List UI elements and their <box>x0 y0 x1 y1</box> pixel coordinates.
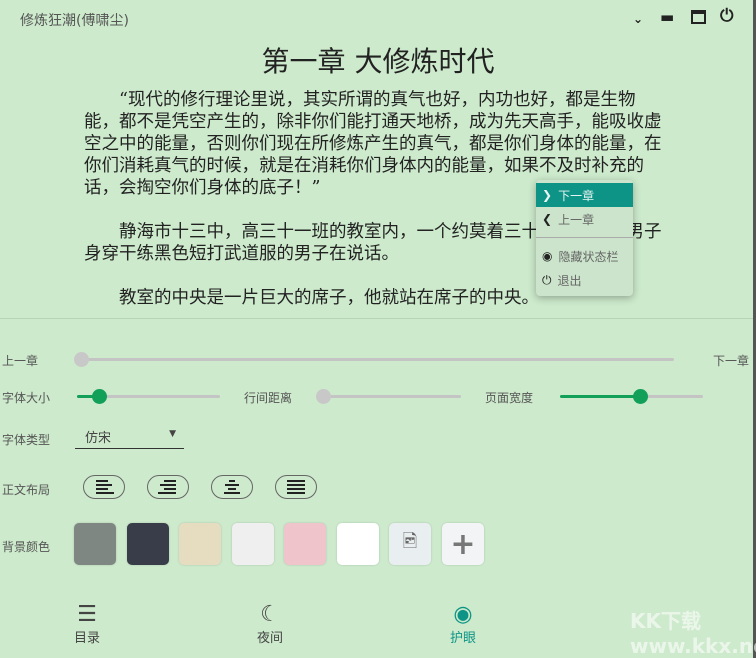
nav-label: 目录 <box>74 631 101 646</box>
minimize-button[interactable]: ▬ <box>660 8 674 26</box>
menu-label: 上一章 <box>558 212 595 227</box>
window-title: 修炼狂潮(傅啸尘) <box>20 13 129 29</box>
divider <box>0 318 753 319</box>
align-left-button[interactable] <box>83 475 125 499</box>
layout-label: 正文布局 <box>2 483 51 497</box>
font-size-slider-knob[interactable] <box>92 389 107 404</box>
bg-color-swatch[interactable] <box>179 523 221 565</box>
next-chapter-label[interactable]: 下一章 <box>713 352 749 369</box>
chevron-right-icon: ❯ <box>542 188 553 202</box>
bg-color-swatch[interactable] <box>126 523 169 565</box>
bg-color-swatch[interactable] <box>74 523 116 565</box>
eye-icon: ◉ <box>453 602 473 627</box>
plus-icon: + <box>450 526 476 562</box>
caret-down-icon: ▼ <box>169 429 176 439</box>
image-file-icon: 🖻 <box>402 531 418 552</box>
nav-toc[interactable]: ☰ 目录 <box>74 602 101 647</box>
menu-exit[interactable]: ⏻ 退出 <box>536 268 633 292</box>
page-width-label: 页面宽度 <box>485 391 534 405</box>
menu-divider <box>536 237 633 238</box>
chevron-left-icon: ❮ <box>542 212 553 226</box>
bg-color-swatch[interactable] <box>231 523 274 565</box>
nav-label: 夜间 <box>257 631 284 646</box>
align-center-button[interactable] <box>211 475 253 499</box>
line-spacing-slider[interactable] <box>316 389 461 404</box>
prev-chapter-label[interactable]: 上一章 <box>2 352 38 369</box>
power-icon: ⏻ <box>542 272 552 287</box>
chapter-title: 第一章 大修炼时代 <box>261 45 495 78</box>
bg-color-swatch[interactable] <box>284 523 326 565</box>
power-button[interactable]: ⏻ <box>720 6 733 26</box>
menu-next-chapter[interactable]: ❯ 下一章 <box>536 183 633 207</box>
line-spacing-label: 行间距离 <box>244 391 293 405</box>
line-spacing-slider-knob[interactable] <box>316 389 331 404</box>
bg-color-swatch[interactable] <box>336 523 379 565</box>
align-right-button[interactable] <box>147 475 189 499</box>
menu-label: 退出 <box>557 273 582 288</box>
nav-label: 护眼 <box>450 631 477 646</box>
moon-icon: ☾ <box>260 602 280 627</box>
page-width-slider[interactable] <box>560 389 703 404</box>
eye-off-icon: ◉ <box>542 249 553 263</box>
menu-prev-chapter[interactable]: ❮ 上一章 <box>536 207 633 231</box>
maximize-button[interactable] <box>691 10 706 24</box>
bg-image-button[interactable]: 🖻 <box>389 523 431 565</box>
font-type-value: 仿宋 <box>85 431 112 446</box>
font-type-select[interactable]: 仿宋 ▼ <box>75 427 184 449</box>
watermark: KK下载 www.kkx.net <box>630 609 756 658</box>
nav-night[interactable]: ☾ 夜间 <box>257 602 284 647</box>
page-width-slider-knob[interactable] <box>633 389 648 404</box>
menu-hide-statusbar[interactable]: ◉ 隐藏状态栏 <box>536 244 633 268</box>
add-bg-button[interactable]: + <box>442 523 484 565</box>
menu-icon: ☰ <box>77 602 97 627</box>
align-justify-button[interactable] <box>275 475 317 499</box>
menu-label: 隐藏状态栏 <box>558 249 619 264</box>
font-type-label: 字体类型 <box>2 433 51 447</box>
chapter-slider[interactable] <box>74 352 674 367</box>
chevron-down-icon[interactable]: ⌄ <box>633 12 643 26</box>
font-size-label: 字体大小 <box>2 391 51 405</box>
chapter-slider-knob[interactable] <box>74 352 89 367</box>
nav-eye-care[interactable]: ◉ 护眼 <box>450 602 477 647</box>
font-size-slider[interactable] <box>77 389 220 404</box>
menu-label: 下一章 <box>558 188 595 203</box>
context-menu: ❯ 下一章 ❮ 上一章 ◉ 隐藏状态栏 ⏻ 退出 <box>536 180 633 296</box>
bg-color-label: 背景颜色 <box>2 540 51 554</box>
